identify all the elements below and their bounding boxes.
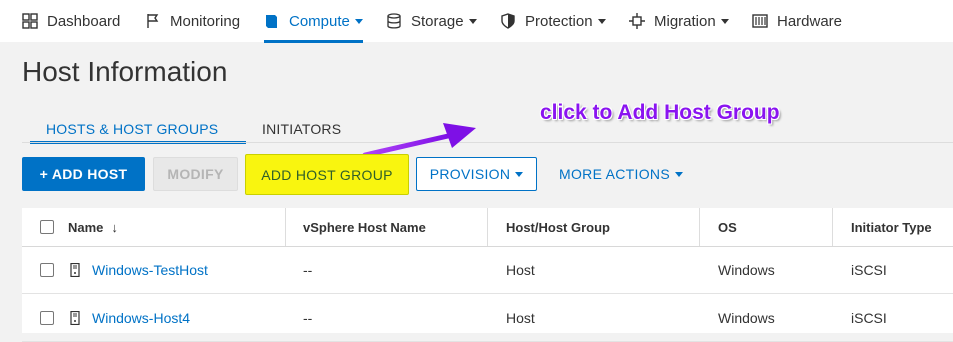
column-divider[interactable]: [832, 208, 833, 246]
vsphere-host-name: --: [303, 309, 313, 326]
column-header-initiator[interactable]: Initiator Type: [851, 208, 932, 246]
add-host-group-button[interactable]: ADD HOST GROUP: [245, 154, 409, 195]
column-divider[interactable]: [285, 208, 286, 246]
provision-button[interactable]: PROVISION: [416, 157, 537, 191]
chevron-down-icon: [515, 171, 524, 177]
column-header-name[interactable]: Name ↓: [68, 208, 118, 246]
column-divider[interactable]: [487, 208, 488, 246]
vsphere-host-name: --: [303, 261, 313, 278]
server-icon: [70, 246, 80, 293]
more-actions-button[interactable]: MORE ACTIONS: [556, 157, 686, 191]
host-type: Host: [506, 309, 535, 326]
server-icon: [70, 294, 80, 341]
table-row[interactable]: Windows-Host4 -- Host Windows iSCSI: [22, 294, 953, 342]
os-value: Windows: [718, 309, 775, 326]
row-checkbox[interactable]: [40, 263, 54, 277]
host-name-link[interactable]: Windows-TestHost: [92, 246, 208, 293]
add-host-button[interactable]: + ADD HOST: [22, 157, 145, 191]
provision-label: PROVISION: [429, 166, 511, 182]
hosts-table: Name ↓ vSphere Host Name Host/Host Group…: [22, 208, 953, 342]
column-divider[interactable]: [699, 208, 700, 246]
table-row[interactable]: Windows-TestHost -- Host Windows iSCSI: [22, 246, 953, 294]
host-type: Host: [506, 261, 535, 278]
column-header-vsphere[interactable]: vSphere Host Name: [303, 208, 426, 246]
row-checkbox[interactable]: [40, 311, 54, 325]
chevron-down-icon: [674, 171, 683, 177]
select-all-checkbox[interactable]: [40, 220, 54, 234]
initiator-type: iSCSI: [851, 261, 887, 278]
column-header-host-group[interactable]: Host/Host Group: [506, 208, 610, 246]
modify-button[interactable]: MODIFY: [153, 157, 238, 191]
table-header: Name ↓ vSphere Host Name Host/Host Group…: [22, 208, 953, 247]
sort-down-icon: ↓: [111, 219, 118, 235]
os-value: Windows: [718, 261, 775, 278]
host-name-link[interactable]: Windows-Host4: [92, 294, 190, 341]
more-actions-label: MORE ACTIONS: [559, 166, 670, 182]
initiator-type: iSCSI: [851, 309, 887, 326]
column-header-os[interactable]: OS: [718, 208, 737, 246]
